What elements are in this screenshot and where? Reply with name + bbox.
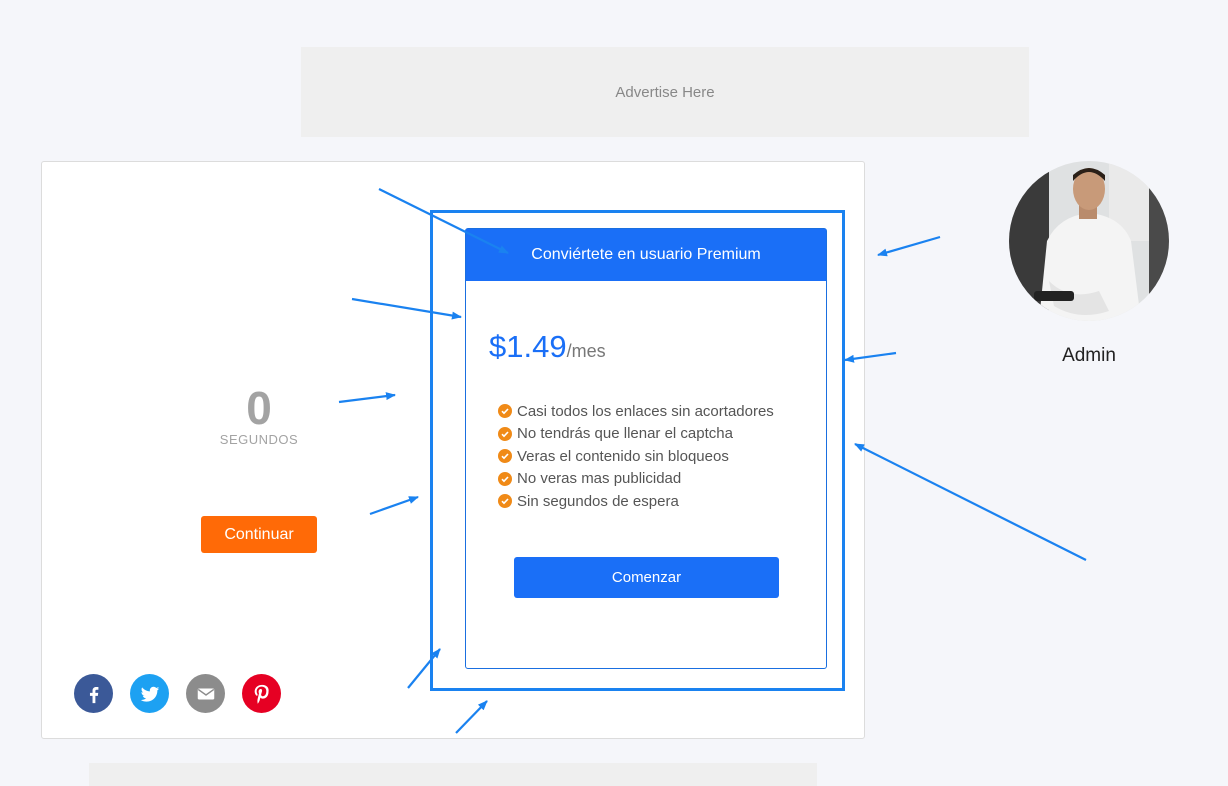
list-item: No veras mas publicidad (498, 468, 774, 491)
check-icon (498, 494, 512, 509)
price: $1.49/mes (489, 329, 606, 365)
countdown-label: SEGUNDOS (219, 432, 299, 447)
feature-text: Sin segundos de espera (517, 492, 679, 510)
check-icon (498, 471, 512, 486)
pinterest-icon[interactable] (242, 674, 281, 713)
premium-card: Conviértete en usuario Premium $1.49/mes… (465, 228, 827, 669)
continue-button[interactable]: Continuar (201, 516, 317, 553)
annotation-arrow (877, 235, 941, 257)
price-amount: $1.49 (489, 329, 567, 364)
check-icon (498, 449, 512, 464)
start-button[interactable]: Comenzar (514, 557, 779, 598)
ad-banner-text: Advertise Here (615, 83, 715, 101)
ad-banner-top: Advertise Here (301, 47, 1029, 137)
list-item: Veras el contenido sin bloqueos (498, 445, 774, 468)
premium-title: Conviértete en usuario Premium (466, 229, 826, 281)
share-bar (74, 674, 281, 713)
check-icon (498, 426, 512, 441)
facebook-icon[interactable] (74, 674, 113, 713)
feature-list: Casi todos los enlaces sin acortadores N… (498, 400, 774, 513)
avatar (1009, 161, 1169, 321)
email-icon[interactable] (186, 674, 225, 713)
price-period: /mes (566, 341, 606, 361)
countdown: 0 SEGUNDOS (202, 382, 316, 447)
feature-text: No veras mas publicidad (517, 470, 682, 488)
feature-text: Veras el contenido sin bloqueos (517, 447, 729, 465)
feature-text: Casi todos los enlaces sin acortadores (517, 402, 774, 420)
feature-text: No tendrás que llenar el captcha (517, 425, 733, 443)
list-item: No tendrás que llenar el captcha (498, 423, 774, 446)
ad-banner-bottom (89, 763, 817, 786)
admin-name: Admin (1062, 345, 1116, 366)
countdown-value: 0 (246, 382, 272, 434)
list-item: Casi todos los enlaces sin acortadores (498, 400, 774, 423)
check-icon (498, 404, 512, 419)
list-item: Sin segundos de espera (498, 490, 774, 513)
annotation-arrow (854, 443, 1087, 561)
twitter-icon[interactable] (130, 674, 169, 713)
